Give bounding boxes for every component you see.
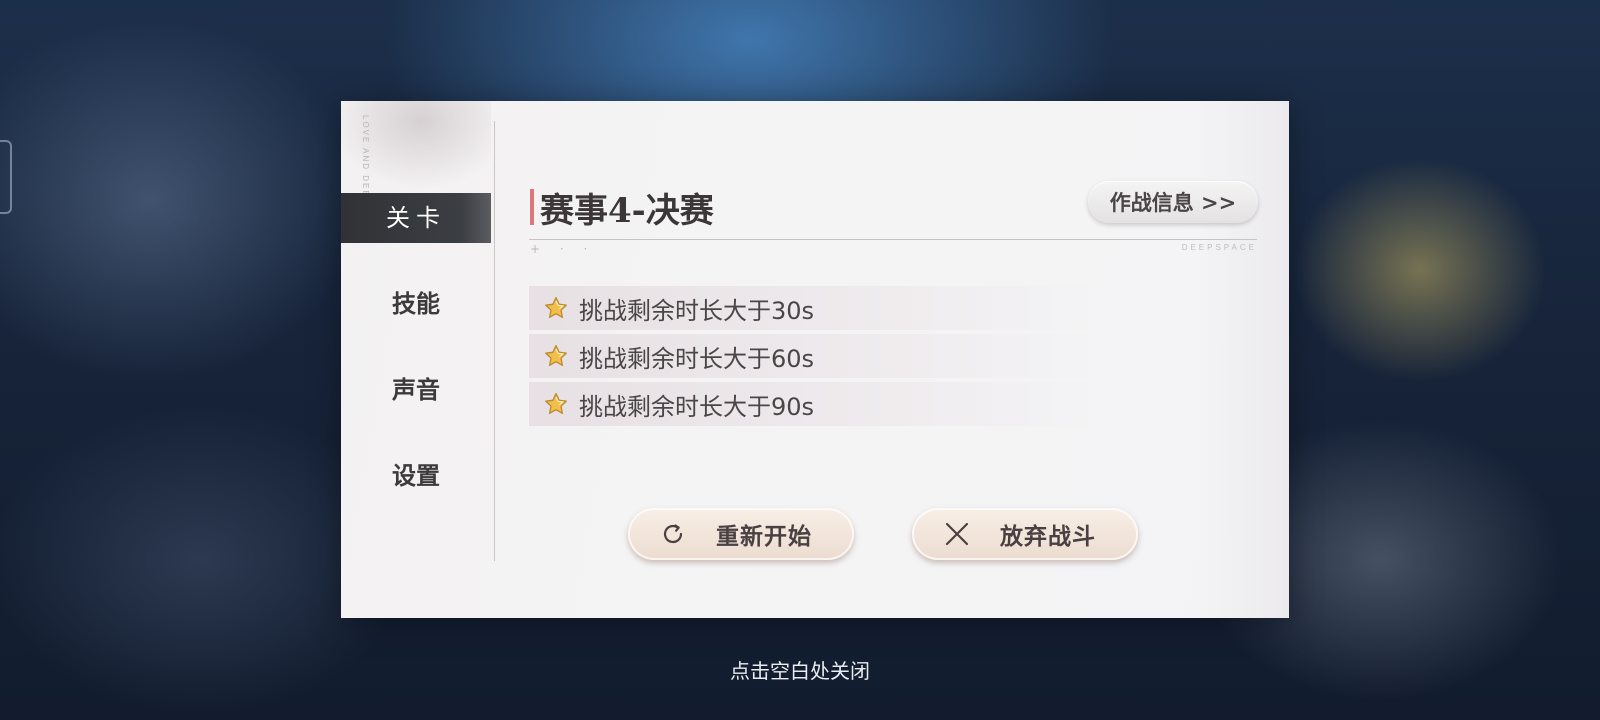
- abandon-label: 放弃战斗: [1000, 523, 1096, 550]
- goal-text: 挑战剩余时长大于60s: [579, 344, 815, 373]
- title-divider: [529, 239, 1257, 240]
- goal-text: 挑战剩余时长大于90s: [579, 392, 815, 421]
- sidebar-divider: [494, 121, 495, 561]
- star-icon: [545, 345, 567, 366]
- abandon-battle-button[interactable]: 放弃战斗: [912, 508, 1138, 560]
- sidebar: 关卡 技能 声音 设置: [341, 193, 491, 537]
- stage-title: 赛事4-决赛: [540, 191, 714, 231]
- goal-text: 挑战剩余时长大于30s: [579, 296, 815, 325]
- goal-list: 挑战剩余时长大于30s 挑战剩余时长大于60s 挑战剩余时长大于90s: [529, 286, 1099, 430]
- battle-info-button[interactable]: 作战信息 >>: [1088, 181, 1258, 223]
- pause-menu-panel: LOVE AND DEEPSPACE 关卡 技能 声音 设置 赛事4-决赛 作战…: [341, 101, 1289, 618]
- sidebar-item-sound[interactable]: 声音: [341, 365, 491, 415]
- title-accent-bar: [530, 189, 534, 225]
- restart-label: 重新开始: [716, 523, 812, 550]
- sidebar-item-stage[interactable]: 关卡: [341, 193, 491, 243]
- goal-item: 挑战剩余时长大于90s: [529, 382, 1099, 426]
- sidebar-item-settings[interactable]: 设置: [341, 451, 491, 501]
- goal-item: 挑战剩余时长大于60s: [529, 334, 1099, 378]
- star-icon: [545, 297, 567, 318]
- close-hint[interactable]: 点击空白处关闭: [0, 655, 1600, 684]
- star-icon: [545, 393, 567, 414]
- goal-item: 挑战剩余时长大于30s: [529, 286, 1099, 330]
- sidebar-item-skills[interactable]: 技能: [341, 279, 491, 329]
- panel-right-decoration: [1199, 101, 1289, 618]
- title-dots-decoration: + · ·: [530, 242, 596, 256]
- refresh-icon: [663, 524, 683, 544]
- deepspace-decoration-text: DEEPSPACE: [1181, 243, 1257, 252]
- restart-button[interactable]: 重新开始: [628, 508, 854, 560]
- close-icon: [945, 522, 969, 546]
- side-hex-decoration: [0, 140, 12, 214]
